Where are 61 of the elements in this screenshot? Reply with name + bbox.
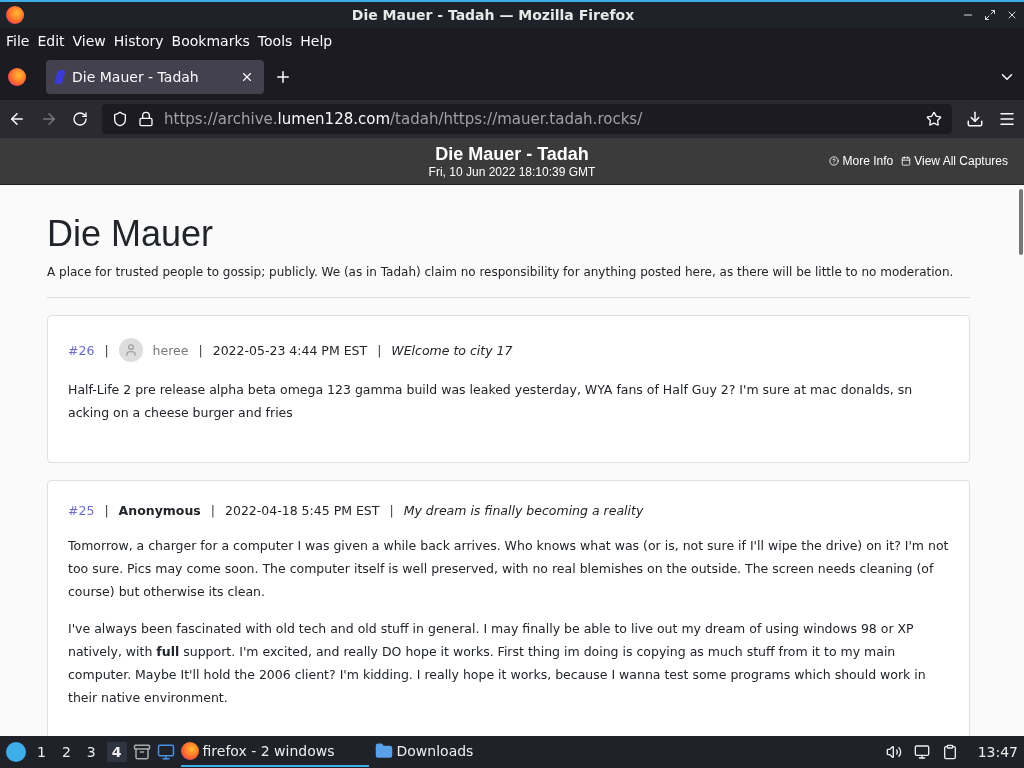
reload-icon[interactable] [72,111,88,127]
scrollbar-thumb[interactable] [1019,189,1023,255]
browser-tab[interactable]: Die Mauer - Tadah [46,60,264,94]
workspace-button[interactable]: 1 [32,742,51,762]
page-description: A place for trusted people to gossip; publicly. We (as in Tadah) claim no responsibility for anything posted here, as there will be little to no moderation. [47,265,970,298]
calendar-icon [901,156,912,166]
archive-link[interactable]: View All Captures [901,154,1008,168]
post-author: heree [152,342,189,358]
volume-icon[interactable] [885,744,902,760]
post-subject: My dream is finally becoming a reality [403,503,644,518]
menu-item[interactable]: Help [296,33,337,49]
separator: | [377,342,382,358]
separator: | [389,503,394,518]
desktop-icon[interactable] [156,743,175,761]
folder-icon [374,742,393,760]
avatar-icon [118,338,143,362]
menu-item[interactable]: Edit [33,33,69,49]
menu-item[interactable]: View [68,33,110,49]
archive-link[interactable]: More Info [829,154,894,168]
favicon-icon [54,70,66,84]
shield-icon[interactable] [112,111,128,127]
separator: | [104,503,109,518]
post-number-link[interactable]: #25 [68,503,95,518]
separator: | [210,503,215,518]
new-tab-icon[interactable] [274,68,292,86]
separator: | [198,342,203,358]
post-text: Tomorrow, a charger for a computer I was given a while back arrives. Who knows what was (or is, not sure if I'll wipe the drive) on it? I'm not too sure. Pics may come soon. The computer itself is well preserved, with no real blemishes on the outside. The screen needs cleaning (of course) but otherwise its clean. [68,537,949,601]
menu-icon[interactable] [998,110,1016,128]
maximize-icon[interactable] [984,9,996,21]
window-title: Die Mauer - Tadah — Mozilla Firefox [350,7,636,23]
download-icon[interactable] [966,110,984,128]
workspace-button[interactable]: 2 [56,742,76,762]
archive-title: Die Mauer - Tadah [435,143,589,165]
back-icon[interactable] [8,110,26,128]
menu-item[interactable]: File [2,33,34,49]
post-date: 2022-04-18 5:45 PM EST [225,503,380,518]
post-date: 2022-05-23 4:44 PM EST [212,342,368,358]
workspace-button[interactable]: 4 [106,742,127,762]
post-text: Half-Life 2 pre release alpha beta omega 123 gamma build was leaked yesterday, WYA fans of Half Guy 2? I'm sure at mac donalds, sn acking on a cheese burger and fries [68,381,914,422]
help-icon [829,156,840,166]
taskbar-task[interactable]: firefox - 2 windows [180,737,369,767]
post-number-link[interactable]: #26 [68,342,95,358]
post-subject: WElcome to city 17 [391,342,513,358]
capture-date: Fri, 10 Jun 2022 18:10:39 GMT [428,164,596,179]
start-menu-icon[interactable] [6,742,26,762]
file-manager-icon[interactable] [132,743,151,761]
post-author: Anonymous [118,503,201,518]
clock: 13:47 [977,744,1018,760]
separator: | [104,342,109,358]
lock-icon[interactable] [138,111,154,127]
menu-item[interactable]: History [109,33,168,49]
menu-item[interactable]: Tools [253,33,297,49]
clipboard-icon[interactable] [941,744,958,760]
workspace-button[interactable]: 3 [81,742,101,762]
menu-item[interactable]: Bookmarks [167,33,254,49]
post-text: I've always been fascinated with old tech and old stuff in general. I may finally be able to live out my dream of using windows 98 or XP natively, with full support. I'm excited, and really DO hope it works. First thing im doing is copying as much stuff from it to my main computer. Maybe It'll hold the 2006 client? I'm kidding. I really hope it works, because I wanna test some programs which should work in their native environment. [68,620,927,707]
taskbar-task[interactable]: Downloads [374,737,563,767]
page-heading: Die Mauer [47,213,215,255]
close-icon[interactable] [1006,9,1018,21]
bookmark-star-icon[interactable] [926,111,942,127]
close-tab-icon[interactable] [240,70,254,84]
